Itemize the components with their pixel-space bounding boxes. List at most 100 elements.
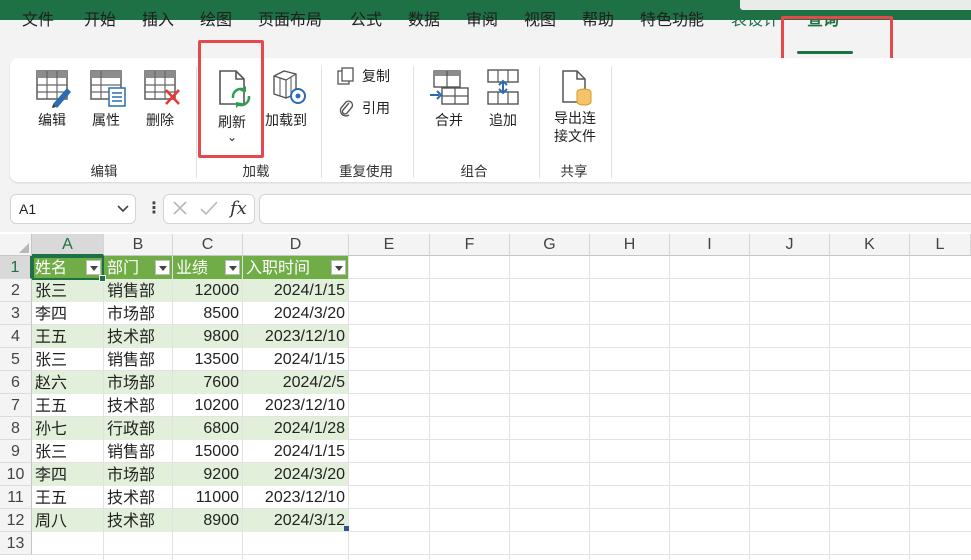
tab-file[interactable]: 文件 xyxy=(22,10,54,32)
table-cell[interactable]: 技术部 xyxy=(104,325,172,348)
delete-query-button[interactable]: 删除 xyxy=(136,68,184,130)
tab-formulas[interactable]: 公式 xyxy=(350,10,382,32)
filter-dropdown-icon[interactable] xyxy=(225,260,240,275)
table-cell[interactable]: 张三 xyxy=(32,279,103,302)
duplicate-query-button[interactable]: 复制 xyxy=(336,66,390,86)
row-header[interactable]: 5 xyxy=(0,348,32,371)
column-header[interactable]: E xyxy=(349,234,430,256)
column-header[interactable]: A xyxy=(32,234,104,256)
table-cell[interactable]: 技术部 xyxy=(104,486,172,509)
table-cell[interactable]: 市场部 xyxy=(104,302,172,325)
column-header[interactable]: I xyxy=(670,234,750,256)
enter-check-icon[interactable] xyxy=(200,200,218,216)
table-cell[interactable]: 15000 xyxy=(173,440,242,463)
more-options-icon[interactable]: ⋮ xyxy=(146,200,162,216)
table-cell[interactable]: 2023/12/10 xyxy=(243,325,348,348)
table-cell[interactable]: 张三 xyxy=(32,440,103,463)
column-header[interactable]: F xyxy=(430,234,510,256)
formula-input[interactable] xyxy=(259,194,971,224)
export-connection-file-button[interactable]: 导出连 接文件 xyxy=(548,68,602,146)
row-header[interactable]: 7 xyxy=(0,394,32,417)
column-header[interactable]: J xyxy=(750,234,830,256)
table-cell[interactable]: 2024/2/5 xyxy=(243,371,348,394)
tab-special-features[interactable]: 特色功能 xyxy=(640,10,704,32)
tab-view[interactable]: 视图 xyxy=(524,10,556,32)
table-cell[interactable]: 11000 xyxy=(173,486,242,509)
table-cell[interactable]: 7600 xyxy=(173,371,242,394)
column-header[interactable]: D xyxy=(243,234,349,256)
row-header[interactable]: 10 xyxy=(0,463,32,486)
table-cell[interactable]: 李四 xyxy=(32,463,103,486)
chevron-down-icon[interactable] xyxy=(117,205,129,213)
table-cell[interactable]: 8900 xyxy=(173,509,242,532)
table-cell[interactable]: 孙七 xyxy=(32,417,103,440)
filter-dropdown-icon[interactable] xyxy=(86,260,101,275)
table-cell[interactable]: 12000 xyxy=(173,279,242,302)
table-cell[interactable]: 10200 xyxy=(173,394,242,417)
query-properties-button[interactable]: 属性 xyxy=(82,68,130,130)
table-cell[interactable]: 2024/3/20 xyxy=(243,302,348,325)
row-header[interactable]: 13 xyxy=(0,532,32,555)
row-header[interactable]: 6 xyxy=(0,371,32,394)
tab-data[interactable]: 数据 xyxy=(408,10,440,32)
table-cell[interactable]: 王五 xyxy=(32,486,103,509)
reference-query-button[interactable]: 引用 xyxy=(336,98,390,118)
tab-page-layout[interactable]: 页面布局 xyxy=(258,10,322,32)
table-cell[interactable]: 王五 xyxy=(32,325,103,348)
append-queries-button[interactable]: 追加 xyxy=(479,68,527,130)
refresh-button[interactable]: 刷新 ⌄ xyxy=(207,68,257,143)
table-cell[interactable]: 赵六 xyxy=(32,371,103,394)
tab-draw[interactable]: 绘图 xyxy=(200,10,232,32)
table-cell[interactable]: 销售部 xyxy=(104,348,172,371)
table-cell[interactable]: 王五 xyxy=(32,394,103,417)
row-header[interactable]: 1 xyxy=(0,256,32,279)
filter-dropdown-icon[interactable] xyxy=(155,260,170,275)
table-cell[interactable]: 6800 xyxy=(173,417,242,440)
filter-dropdown-icon[interactable] xyxy=(331,260,346,275)
table-cell[interactable]: 2024/1/28 xyxy=(243,417,348,440)
insert-function-icon[interactable]: fx xyxy=(230,198,247,219)
name-box[interactable]: A1 xyxy=(10,194,136,224)
row-header[interactable]: 4 xyxy=(0,325,32,348)
tab-help[interactable]: 帮助 xyxy=(582,10,614,32)
table-cell[interactable]: 销售部 xyxy=(104,440,172,463)
row-header[interactable]: 2 xyxy=(0,279,32,302)
table-cell[interactable]: 周八 xyxy=(32,509,103,532)
column-header[interactable]: G xyxy=(510,234,590,256)
table-cell[interactable]: 市场部 xyxy=(104,463,172,486)
edit-query-button[interactable]: 编辑 xyxy=(28,68,76,130)
column-header[interactable]: B xyxy=(104,234,173,256)
table-cell[interactable]: 2024/1/15 xyxy=(243,440,348,463)
table-cell[interactable]: 行政部 xyxy=(104,417,172,440)
column-header[interactable]: K xyxy=(830,234,910,256)
row-header[interactable]: 9 xyxy=(0,440,32,463)
tab-query[interactable]: 查询 xyxy=(807,10,839,32)
table-cell[interactable]: 2023/12/10 xyxy=(243,394,348,417)
row-header[interactable]: 3 xyxy=(0,302,32,325)
table-cell[interactable]: 2024/1/15 xyxy=(243,348,348,371)
select-all-button[interactable] xyxy=(0,234,32,256)
tab-insert[interactable]: 插入 xyxy=(142,10,174,32)
column-header[interactable]: C xyxy=(173,234,243,256)
tab-table-design[interactable]: 表设计 xyxy=(731,10,779,32)
load-to-button[interactable]: 加载到 xyxy=(260,68,312,130)
row-header[interactable]: 11 xyxy=(0,486,32,509)
table-cell[interactable]: 2024/3/20 xyxy=(243,463,348,486)
tab-home[interactable]: 开始 xyxy=(84,10,116,32)
table-cell[interactable]: 李四 xyxy=(32,302,103,325)
tab-review[interactable]: 审阅 xyxy=(466,10,498,32)
table-cell[interactable]: 技术部 xyxy=(104,394,172,417)
merge-queries-button[interactable]: 合并 xyxy=(425,68,473,130)
table-cell[interactable]: 市场部 xyxy=(104,371,172,394)
table-cell[interactable]: 9800 xyxy=(173,325,242,348)
table-cell[interactable]: 技术部 xyxy=(104,509,172,532)
table-cell[interactable]: 张三 xyxy=(32,348,103,371)
table-cell[interactable]: 销售部 xyxy=(104,279,172,302)
table-cell[interactable]: 9200 xyxy=(173,463,242,486)
column-header[interactable]: L xyxy=(910,234,971,256)
cancel-icon[interactable] xyxy=(172,200,188,216)
column-header[interactable]: H xyxy=(590,234,670,256)
refresh-dropdown-icon[interactable]: ⌄ xyxy=(207,131,257,143)
table-cell[interactable]: 2024/1/15 xyxy=(243,279,348,302)
table-resize-handle[interactable] xyxy=(344,526,349,531)
